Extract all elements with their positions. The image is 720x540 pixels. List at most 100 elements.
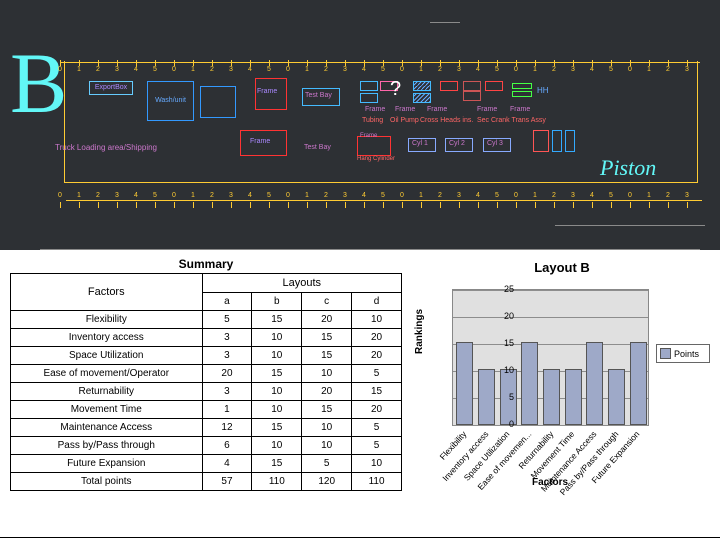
value-cell: 5	[352, 437, 402, 455]
value-cell: 10	[252, 383, 302, 401]
frame-label: Frame	[510, 106, 530, 113]
oilpump-label: Oil Pump	[390, 117, 419, 124]
value-cell: 20	[202, 365, 252, 383]
value-cell: 10	[252, 347, 302, 365]
value-cell: 15	[252, 419, 302, 437]
cyl1-label: Cyl 1	[412, 140, 428, 147]
chart-column: Layout B Rankings Points Factors 0510152…	[412, 250, 720, 540]
factor-cell: Pass by/Pass through	[11, 437, 203, 455]
col-header: c	[302, 293, 352, 311]
value-cell: 15	[252, 311, 302, 329]
export-box-label: ExportBox	[95, 84, 127, 92]
tubing-label: Tubing	[362, 117, 383, 124]
factor-cell: Inventory access	[11, 329, 203, 347]
value-cell: 4	[202, 455, 252, 473]
summary-table: Factors Layouts abcd Flexibility5152010I…	[10, 273, 402, 491]
factor-cell: Total points	[11, 473, 203, 491]
summary-title: Summary	[10, 255, 402, 273]
chart-bar	[565, 369, 582, 425]
bar-chart: Rankings Points Factors 0510152025Flexib…	[412, 279, 712, 484]
hang-label: Hang Cylinder	[357, 156, 395, 162]
question-mark: ?	[390, 78, 401, 101]
bottom-panel: Summary Factors Layouts abcd Flexibility…	[0, 250, 720, 540]
value-cell: 20	[352, 347, 402, 365]
layouts-header: Layouts	[202, 274, 401, 293]
bccrank-label: Sec Crank Trans Assy	[477, 117, 546, 124]
wash-label: Wash/unit	[155, 97, 186, 105]
plot-area	[452, 289, 649, 426]
chart-bar	[586, 342, 603, 425]
factor-cell: Maintenance Access	[11, 419, 203, 437]
y-tick: 20	[504, 311, 514, 321]
piston-label: Piston	[600, 155, 656, 181]
y-tick: 25	[504, 284, 514, 294]
frame-label: Frame	[250, 138, 270, 145]
truck-label: Truck Loading area/Shipping	[55, 143, 157, 152]
y-tick: 15	[504, 338, 514, 348]
factor-cell: Movement Time	[11, 401, 203, 419]
value-cell: 15	[302, 401, 352, 419]
chart-bar	[521, 342, 538, 425]
value-cell: 15	[252, 365, 302, 383]
col-header: d	[352, 293, 402, 311]
value-cell: 20	[302, 383, 352, 401]
value-cell: 10	[352, 311, 402, 329]
chart-bar	[543, 369, 560, 425]
factor-cell: Future Expansion	[11, 455, 203, 473]
frame-label: Frame	[257, 88, 277, 95]
factor-cell: Flexibility	[11, 311, 203, 329]
legend-text: Points	[674, 349, 699, 359]
factor-cell: Space Utilization	[11, 347, 203, 365]
y-tick: 0	[509, 419, 514, 429]
value-cell: 15	[302, 329, 352, 347]
chart-bar	[630, 342, 647, 425]
value-cell: 5	[202, 311, 252, 329]
y-axis-label: Rankings	[414, 309, 425, 354]
value-cell: 20	[352, 401, 402, 419]
value-cell: 57	[202, 473, 252, 491]
crosshead-label: Cross Heads ins.	[420, 117, 473, 124]
frame-label: Frame	[395, 106, 415, 113]
value-cell: 10	[302, 437, 352, 455]
layout-letter: B	[10, 40, 67, 126]
chart-title: Layout B	[412, 260, 712, 275]
value-cell: 3	[202, 347, 252, 365]
value-cell: 6	[202, 437, 252, 455]
cyl3-label: Cyl 3	[487, 140, 503, 147]
frame-label: Frame	[365, 106, 385, 113]
value-cell: 110	[252, 473, 302, 491]
y-tick: 10	[504, 365, 514, 375]
ruler: 0123450123450123450123450123450123	[60, 60, 710, 80]
value-cell: 20	[352, 329, 402, 347]
value-cell: 10	[252, 329, 302, 347]
value-cell: 1	[202, 401, 252, 419]
value-cell: 3	[202, 383, 252, 401]
frame-label: Frame	[427, 106, 447, 113]
test-bay-label: Test Bay	[304, 144, 331, 151]
chart-bar	[478, 369, 495, 425]
summary-column: Summary Factors Layouts abcd Flexibility…	[0, 250, 412, 540]
test-bay-label: Test Bay	[305, 92, 332, 99]
frame-label: Frame	[477, 106, 497, 113]
factor-cell: Ease of movement/Operator	[11, 365, 203, 383]
value-cell: 15	[352, 383, 402, 401]
col-header: b	[252, 293, 302, 311]
value-cell: 5	[302, 455, 352, 473]
frame-label: Frame	[360, 133, 377, 139]
chart-bar	[608, 369, 625, 425]
chart-bar	[456, 342, 473, 425]
y-tick: 5	[509, 392, 514, 402]
cad-drawing-panel: B 0123450123450123450123450123450123 Exp…	[0, 0, 720, 250]
col-header: a	[202, 293, 252, 311]
value-cell: 20	[302, 311, 352, 329]
value-cell: 120	[302, 473, 352, 491]
value-cell: 110	[352, 473, 402, 491]
value-cell: 15	[302, 347, 352, 365]
value-cell: 15	[252, 455, 302, 473]
value-cell: 10	[302, 419, 352, 437]
cyl2-label: Cyl 2	[449, 140, 465, 147]
value-cell: 12	[202, 419, 252, 437]
factors-header: Factors	[11, 274, 203, 311]
value-cell: 5	[352, 365, 402, 383]
value-cell: 5	[352, 419, 402, 437]
